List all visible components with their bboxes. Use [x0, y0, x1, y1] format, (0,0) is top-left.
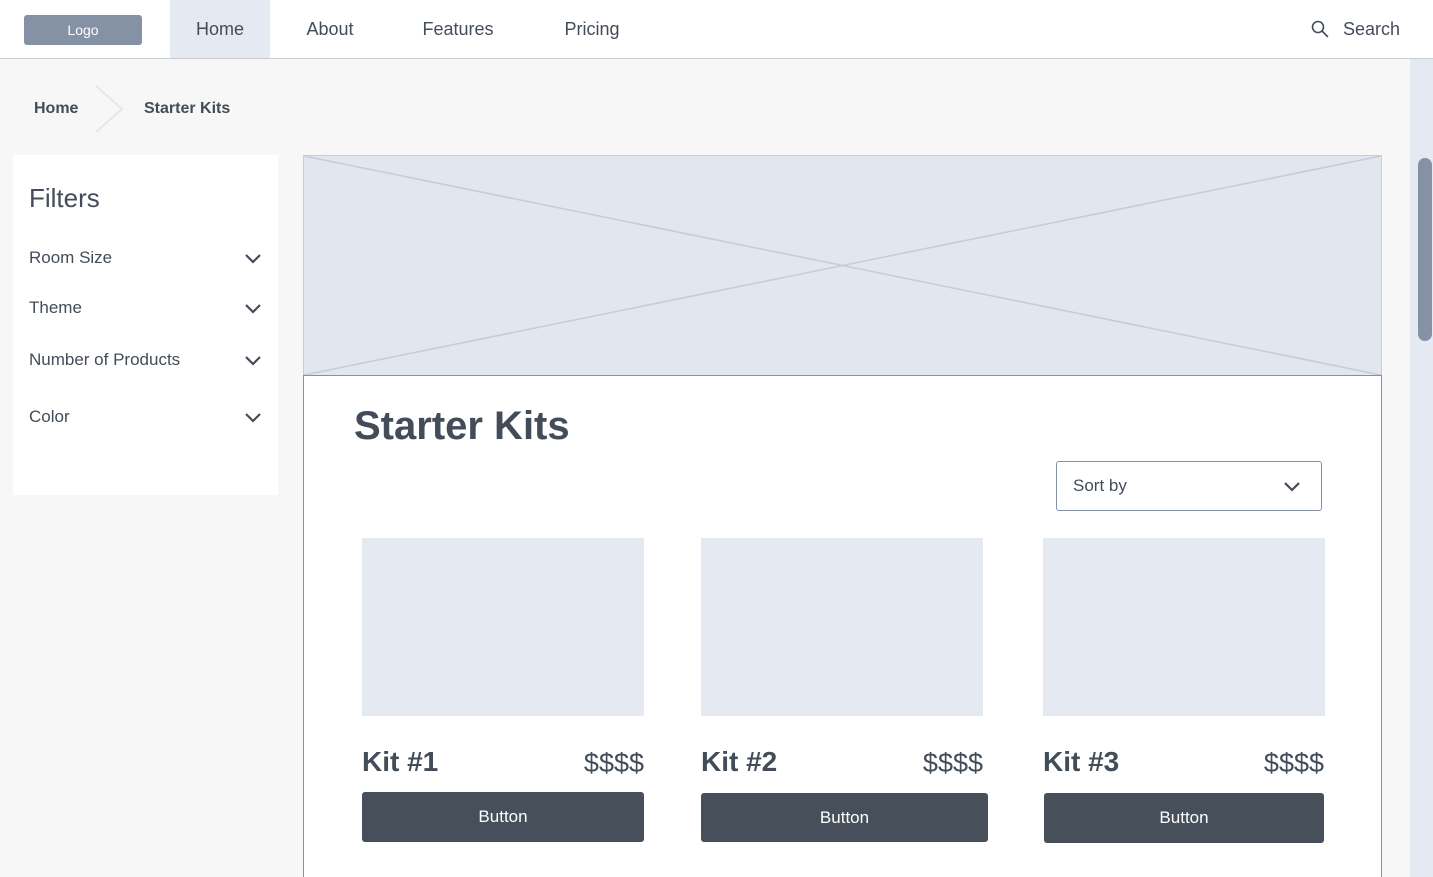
search-button[interactable]: Search: [1311, 0, 1400, 58]
chevron-down-icon: [245, 356, 261, 366]
kit-1-button[interactable]: Button: [362, 792, 644, 842]
chevron-down-icon: [245, 304, 261, 314]
kit-2-button[interactable]: Button: [701, 793, 988, 842]
kit-name: Kit #2: [701, 746, 778, 777]
nav-tab-label: Home: [195, 18, 244, 39]
filters-sidebar: Filters Room Size Theme Number of Produc…: [13, 155, 278, 495]
kit-3-button[interactable]: Button: [1044, 793, 1324, 843]
chevron-down-icon: [1284, 482, 1300, 492]
page-title: Starter Kits: [354, 404, 570, 448]
nav-tab-pricing[interactable]: Pricing: [546, 0, 638, 58]
breadcrumb-home[interactable]: Home: [34, 100, 78, 118]
kit-name: Kit #1: [362, 746, 439, 777]
nav-tab-label: Features: [422, 18, 494, 39]
filter-label: Color: [29, 407, 70, 426]
filter-label: Number of Products: [29, 350, 181, 369]
filter-number-of-products[interactable]: Number of Products: [29, 350, 262, 370]
filter-room-size[interactable]: Room Size: [29, 248, 262, 268]
filter-label: Theme: [29, 298, 82, 317]
kit-price: $$$$: [922, 748, 983, 778]
nav-tab-label: Pricing: [564, 18, 620, 39]
nav-tab-about[interactable]: About: [282, 0, 378, 58]
filter-label: Room Size: [29, 248, 113, 267]
logo[interactable]: Logo: [24, 15, 142, 45]
kit-image-placeholder: [362, 538, 644, 716]
nav-tab-features[interactable]: Features: [404, 0, 512, 58]
search-label: Search: [1343, 18, 1401, 39]
kit-image-placeholder: [701, 538, 983, 716]
kit-price: $$$$: [583, 748, 644, 778]
top-navigation: Logo Home About Features Pricing Search: [0, 0, 1433, 59]
filters-title: Filters: [29, 183, 100, 213]
nav-tab-label: About: [306, 18, 354, 39]
sort-by-label: Sort by: [1073, 476, 1127, 495]
scrollbar-thumb[interactable]: [1418, 158, 1432, 341]
main-content: Starter Kits Sort by Kit #1 $$$$ Button …: [303, 375, 1382, 877]
kit-image-placeholder: [1043, 538, 1325, 716]
sort-by-dropdown[interactable]: Sort by: [1056, 461, 1322, 511]
breadcrumb-current: Starter Kits: [144, 100, 231, 117]
nav-tab-home[interactable]: Home: [170, 0, 270, 58]
kit-name: Kit #3: [1043, 746, 1120, 777]
chevron-right-icon: [95, 85, 124, 133]
search-icon: [1311, 20, 1329, 38]
hero-image-placeholder: [303, 155, 1382, 376]
chevron-down-icon: [245, 413, 261, 423]
chevron-down-icon: [245, 254, 261, 264]
image-placeholder-icon: [304, 156, 1381, 375]
filter-color[interactable]: Color: [29, 407, 262, 427]
kit-price: $$$$: [1263, 748, 1324, 778]
filter-theme[interactable]: Theme: [29, 298, 262, 318]
